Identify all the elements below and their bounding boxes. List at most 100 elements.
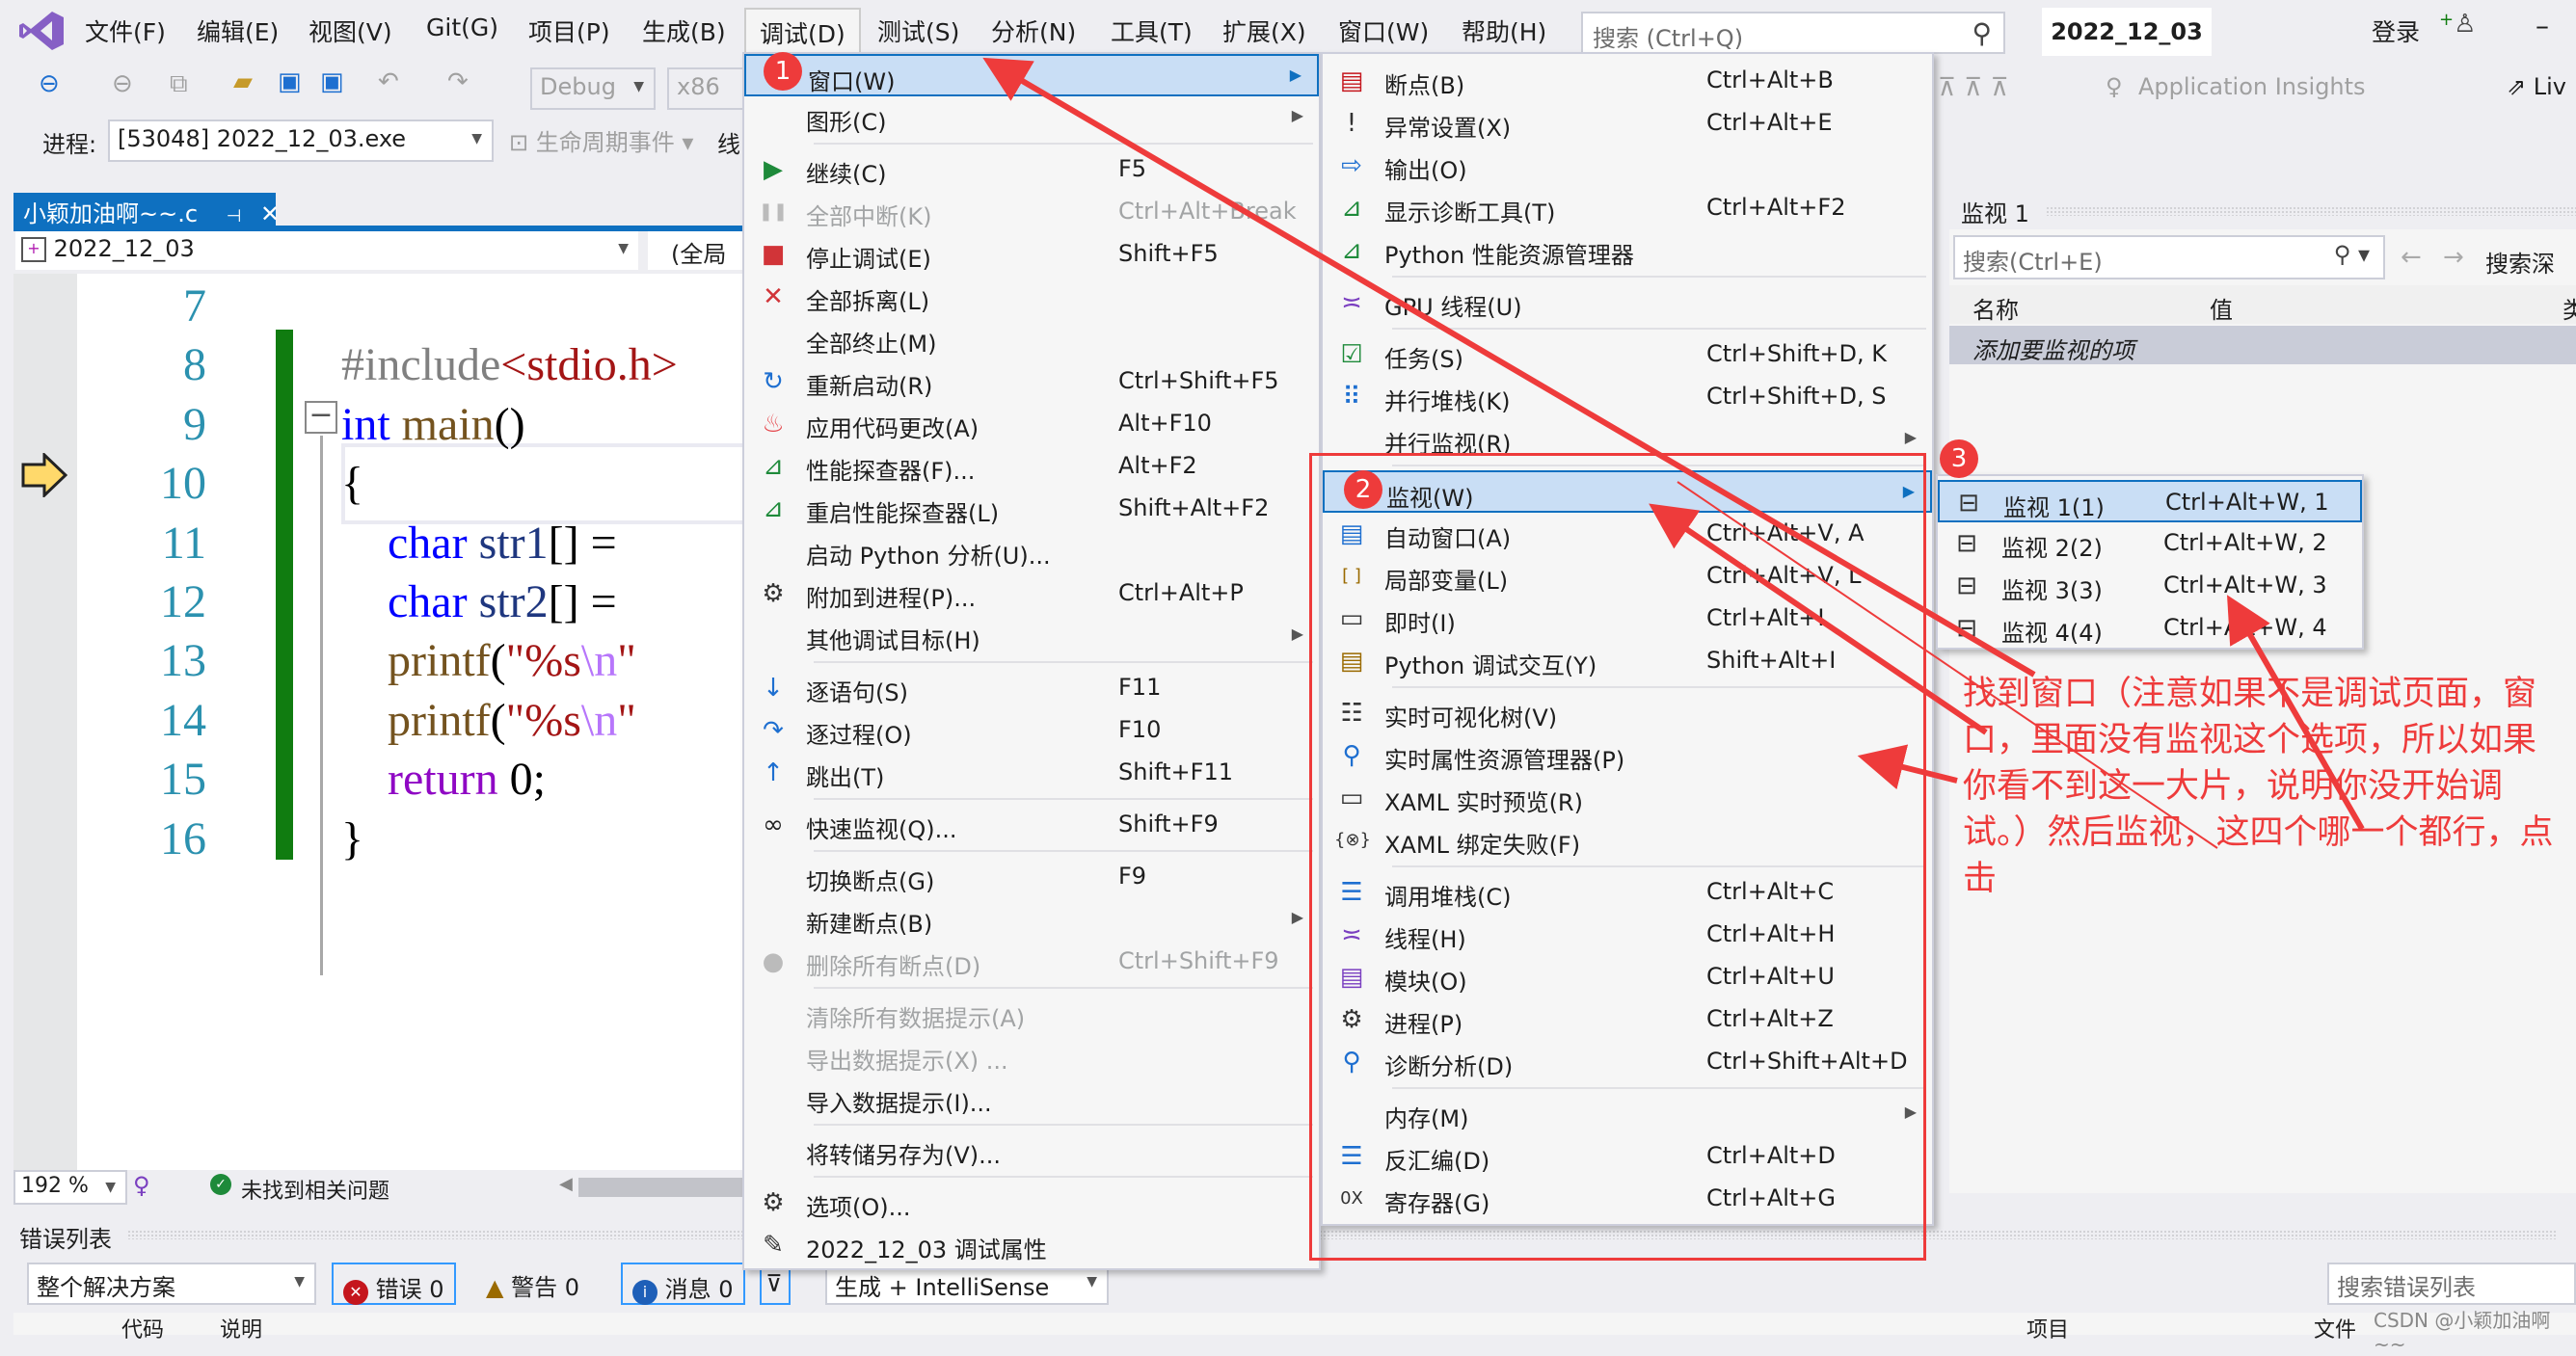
code-line[interactable]: int main() — [341, 398, 525, 451]
col-project[interactable]: 项目 — [2026, 1313, 2069, 1343]
menu-item[interactable]: ⚙ 选项(O)... — [744, 1182, 1319, 1224]
menu-item[interactable]: ↓ 逐语句(S) F11 — [744, 667, 1319, 709]
code-line[interactable]: #include<stdio.h> — [341, 338, 678, 391]
account-icon[interactable]: +♙ — [2439, 10, 2476, 39]
zoom-select[interactable]: 192 % ▼ — [13, 1170, 127, 1205]
save-all-icon[interactable]: ▣ — [320, 67, 344, 96]
menu-item[interactable]: ⚙ 附加到进程(P)... Ctrl+Alt+P — [744, 572, 1319, 615]
menu-item[interactable]: ✕ 全部拆离(L) — [744, 276, 1319, 318]
menu-item[interactable]: ↑ 跳出(T) Shift+F11 — [744, 752, 1319, 794]
code-line[interactable]: printf("%s\n" — [341, 694, 636, 747]
bookmark-icons[interactable]: ⊼ ⊼ ⊼ — [1938, 73, 2009, 102]
configuration-select[interactable]: Debug ▼ — [530, 67, 656, 110]
error-scope-select[interactable]: 整个解决方案 ▼ — [27, 1263, 316, 1305]
scroll-left-icon[interactable]: ◀ — [559, 1174, 573, 1194]
minimize-button[interactable]: – — [2536, 10, 2549, 41]
menu-item[interactable]: 全部终止(M) — [744, 318, 1319, 360]
menu-item[interactable]: ⊿ 性能探查器(F)... Alt+F2 — [744, 445, 1319, 488]
menu-file[interactable]: 文件(F) — [85, 13, 166, 48]
navigate-back-icon[interactable]: ⊖ — [39, 69, 60, 98]
col-type[interactable]: 类 — [2563, 291, 2576, 325]
menu-item[interactable]: ⊟ 监视 4(4) Ctrl+Alt+W, 4 — [1938, 607, 2362, 650]
sign-in-link[interactable]: 登录 — [2372, 13, 2420, 48]
add-watch-row[interactable]: 添加要监视的项 — [1949, 326, 2576, 364]
menu-item[interactable]: ⊟ 监视 1(1) Ctrl+Alt+W, 1 — [1938, 480, 2362, 522]
menu-item[interactable]: ☑ 任务(S) Ctrl+Shift+D, K — [1323, 333, 1932, 376]
menu-item[interactable]: ≍ GPU 线程(U) — [1323, 281, 1932, 324]
warnings-filter-button[interactable]: ▲ 警告 0 — [476, 1263, 589, 1305]
menu-item[interactable]: ⊟ 监视 2(2) Ctrl+Alt+W, 2 — [1938, 522, 2362, 565]
project-scope-select[interactable]: + 2022_12_03 ▼ — [15, 231, 638, 270]
close-tab-icon[interactable]: ✕ — [260, 200, 280, 227]
platform-select[interactable]: x86 — [667, 67, 754, 110]
document-tab[interactable]: 小颖加油啊~~.c ⊣ ✕ — [13, 193, 280, 227]
menu-item[interactable]: 窗口(W) ▶ — [744, 54, 1319, 96]
menu-item[interactable]: ⠿ 并行堆栈(K) Ctrl+Shift+D, S — [1323, 376, 1932, 418]
menu-item[interactable]: 新建断点(B) ▶ — [744, 898, 1319, 941]
menu-item[interactable]: 启动 Python 分析(U)... — [744, 530, 1319, 572]
menu-item[interactable]: ♨ 应用代码更改(A) Alt+F10 — [744, 403, 1319, 445]
scope-select[interactable]: (全局 — [648, 231, 744, 270]
menu-item[interactable]: ∞ 快速监视(Q)... Shift+F9 — [744, 804, 1319, 846]
menu-view[interactable]: 视图(V) — [309, 13, 392, 48]
global-search-input[interactable]: 搜索 (Ctrl+Q) ⚲ — [1581, 12, 2005, 54]
menu-edit[interactable]: 编辑(E) — [197, 13, 279, 48]
menu-item[interactable]: ▤ 断点(B) Ctrl+Alt+B — [1323, 60, 1932, 102]
menu-item[interactable]: ⇨ 输出(O) — [1323, 145, 1932, 187]
search-prev-icon[interactable]: ← — [2401, 243, 2422, 272]
menu-item[interactable]: 将转储另存为(V)... — [744, 1130, 1319, 1172]
menu-item[interactable]: ↷ 逐过程(O) F10 — [744, 709, 1319, 752]
col-name[interactable]: 名称 — [1972, 291, 2019, 325]
col-code[interactable]: 代码 — [121, 1313, 164, 1343]
menu-tools[interactable]: 工具(T) — [1111, 13, 1193, 48]
code-line[interactable]: { — [341, 457, 363, 510]
navigate-forward-icon[interactable]: ⊖ — [112, 69, 133, 98]
menu-item[interactable]: ⊿ 显示诊断工具(T) Ctrl+Alt+F2 — [1323, 187, 1932, 229]
error-search-input[interactable]: 搜索错误列表 — [2327, 1263, 2576, 1305]
code-line[interactable]: char str2[] = — [341, 575, 617, 628]
menu-window[interactable]: 窗口(W) — [1338, 13, 1429, 48]
menu-item[interactable]: 图形(C) ▶ — [744, 96, 1319, 139]
open-file-icon[interactable]: ▰ — [233, 67, 253, 96]
menu-item[interactable]: ▶ 继续(C) F5 — [744, 148, 1319, 191]
messages-filter-button[interactable]: i 消息 0 — [621, 1263, 745, 1305]
menu-analyze[interactable]: 分析(N) — [991, 13, 1076, 48]
search-next-icon[interactable]: → — [2443, 243, 2464, 272]
col-description[interactable]: 说明 — [220, 1313, 262, 1343]
menu-item[interactable]: 其他调试目标(H) ▶ — [744, 615, 1319, 657]
watch-search-input[interactable]: 搜索(Ctrl+E) ⚲ ▾ — [1953, 235, 2385, 279]
collapse-outline-button[interactable]: − — [305, 401, 337, 434]
save-icon[interactable]: ▣ — [278, 67, 302, 96]
menu-item[interactable]: ⊟ 监视 3(3) Ctrl+Alt+W, 3 — [1938, 565, 2362, 607]
code-line[interactable]: char str1[] = — [341, 517, 617, 570]
menu-help[interactable]: 帮助(H) — [1462, 13, 1546, 48]
lifecycle-events-button[interactable]: ⊡ 生命周期事件 ▾ — [509, 123, 693, 157]
menu-item[interactable]: 切换断点(G) F9 — [744, 856, 1319, 898]
panel-grip[interactable] — [2046, 206, 2576, 216]
undo-icon[interactable]: ↶ — [378, 67, 399, 96]
horizontal-scrollbar[interactable] — [578, 1178, 742, 1197]
code-line[interactable]: } — [341, 812, 363, 865]
menu-item[interactable]: ⊿ Python 性能资源管理器 — [1323, 229, 1932, 272]
menu-item[interactable]: 导入数据提示(I)... — [744, 1077, 1319, 1120]
menu-item[interactable]: ↻ 重新启动(R) Ctrl+Shift+F5 — [744, 360, 1319, 403]
menu-test[interactable]: 测试(S) — [877, 13, 959, 48]
code-line[interactable]: printf("%s\n" — [341, 634, 636, 687]
col-file[interactable]: 文件 — [2314, 1313, 2356, 1343]
new-item-icon[interactable]: ⧉ — [170, 69, 188, 99]
redo-icon[interactable]: ↷ — [447, 67, 469, 96]
menu-item[interactable]: ■ 停止调试(E) Shift+F5 — [744, 233, 1319, 276]
menu-build[interactable]: 生成(B) — [642, 13, 726, 48]
menu-extensions[interactable]: 扩展(X) — [1222, 13, 1306, 48]
menu-git[interactable]: Git(G) — [426, 13, 498, 41]
code-editor[interactable]: 7 8 9 10 11 12 13 14 15 16 − #include<stdio.h> int… — [13, 274, 742, 1170]
menu-item[interactable]: ! 异常设置(X) Ctrl+Alt+E — [1323, 102, 1932, 145]
live-share-button[interactable]: ⇗ Liv — [2507, 73, 2566, 100]
errors-filter-button[interactable]: ✕ 错误 0 — [332, 1263, 456, 1305]
process-select[interactable]: [53048] 2022_12_03.exe ▼ — [108, 120, 494, 162]
indicator-margin[interactable] — [13, 274, 77, 1170]
menu-item[interactable]: ⊿ 重启性能探查器(L) Shift+Alt+F2 — [744, 488, 1319, 530]
col-value[interactable]: 值 — [2210, 291, 2233, 325]
menu-item[interactable]: ✎ 2022_12_03 调试属性 — [744, 1224, 1319, 1266]
app-insights-button[interactable]: Application Insights — [2138, 73, 2366, 100]
